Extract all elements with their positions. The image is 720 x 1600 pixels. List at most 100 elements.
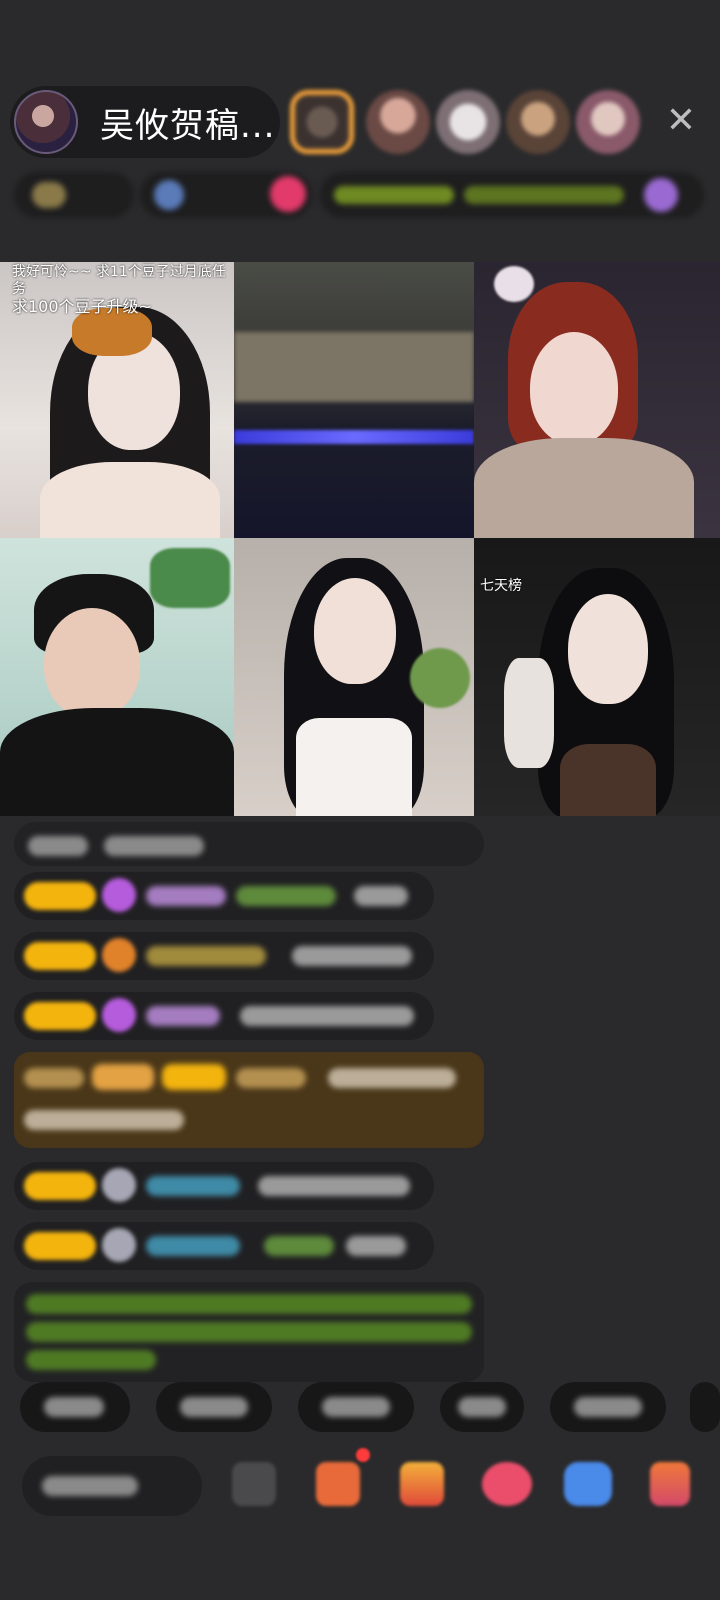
chat-text	[104, 836, 204, 856]
tile3-sweater	[474, 438, 694, 538]
video-tile-5[interactable]	[234, 538, 474, 816]
quick-reply-text	[322, 1397, 390, 1417]
chat-text	[292, 946, 412, 966]
chat-gift-message[interactable]	[14, 1052, 484, 1148]
chat-text	[328, 1068, 456, 1088]
tile5-face	[314, 578, 396, 684]
more-icon[interactable]	[644, 178, 678, 212]
chat-text	[240, 1006, 414, 1026]
viewer-avatar-3[interactable]	[436, 90, 500, 154]
gift-box-icon[interactable]	[316, 1462, 360, 1506]
chat-text	[264, 1236, 334, 1256]
quick-reply-4[interactable]	[440, 1382, 524, 1432]
quick-reply-text	[44, 1397, 104, 1417]
chat-text	[26, 1322, 472, 1342]
video-tile-4[interactable]	[0, 538, 234, 816]
viewer-avatar-2[interactable]	[366, 90, 430, 154]
gem-icon	[102, 998, 136, 1032]
video-tile-2[interactable]	[234, 262, 474, 538]
tile5-plant	[410, 648, 470, 708]
tile1-caption-line2: 求100个豆子升级~	[12, 297, 152, 316]
user-icon	[102, 1228, 136, 1262]
viewer-avatar-5[interactable]	[576, 90, 640, 154]
game-icon[interactable]	[564, 1462, 612, 1506]
notice-text-2	[464, 186, 624, 204]
notification-dot	[356, 1448, 370, 1462]
level-badge	[162, 1064, 226, 1090]
tile3-face	[530, 332, 618, 444]
tile4-toys	[150, 548, 230, 608]
gift-icon	[102, 938, 136, 972]
chat-input-placeholder	[42, 1476, 138, 1496]
tile4-face	[44, 608, 140, 718]
host-avatar[interactable]	[14, 90, 78, 154]
chat-message-system	[14, 822, 484, 866]
quick-reply-1[interactable]	[20, 1382, 130, 1432]
close-icon[interactable]: ✕	[664, 103, 698, 139]
chat-input[interactable]	[22, 1456, 202, 1516]
video-grid: 我好可怜~~ 求11个豆子过月底任务 求100个豆子升级~ 七天榜	[0, 262, 720, 816]
video-tile-3[interactable]	[474, 262, 720, 538]
quick-reply-2[interactable]	[156, 1382, 272, 1432]
chat-username[interactable]	[236, 1068, 306, 1088]
info-row	[14, 172, 704, 218]
chat-text	[354, 886, 408, 906]
chat-message[interactable]	[14, 932, 434, 980]
tile6-top	[560, 744, 656, 816]
quick-reply-5[interactable]	[550, 1382, 666, 1432]
tile1-caption: 我好可怜~~ 求11个豆子过月底任务 求100个豆子升级~	[12, 264, 234, 315]
chat-message[interactable]	[14, 872, 434, 920]
tile5-top	[296, 718, 412, 816]
gem-icon	[102, 878, 136, 912]
chat-message[interactable]	[14, 992, 434, 1040]
host-name: 吴攸贺稿...	[100, 105, 276, 146]
chat-text	[26, 1350, 156, 1370]
video-tile-6[interactable]: 七天榜	[474, 538, 720, 816]
treasure-icon[interactable]	[400, 1462, 444, 1506]
viewer-avatar-4[interactable]	[506, 90, 570, 154]
tile3-butterfly	[494, 266, 534, 302]
host-profile-pill[interactable]: 吴攸贺稿...	[10, 86, 280, 158]
gift-badge	[92, 1064, 154, 1090]
chat-announcement	[14, 1282, 484, 1382]
viewer-avatar-1[interactable]	[290, 90, 354, 154]
heart-gift-icon[interactable]	[482, 1462, 532, 1506]
chat-username[interactable]	[146, 946, 266, 966]
shop-icon[interactable]	[650, 1462, 690, 1506]
chat-username[interactable]	[146, 1176, 240, 1196]
rank-badge-icon	[32, 182, 66, 208]
emoji-icon[interactable]	[232, 1462, 276, 1506]
quick-reply-text	[458, 1397, 506, 1417]
chat-username[interactable]	[146, 1236, 240, 1256]
quick-reply-text	[574, 1397, 642, 1417]
user-icon	[102, 1168, 136, 1202]
notice-text-1	[334, 186, 454, 204]
tile6-face	[568, 594, 648, 704]
quick-reply-6[interactable]	[690, 1382, 720, 1432]
tile2-wall	[234, 332, 474, 402]
chat-text	[346, 1236, 406, 1256]
quick-reply-3[interactable]	[298, 1382, 414, 1432]
tile1-shoulders	[40, 462, 220, 538]
chat-text	[26, 1294, 472, 1314]
chat-username[interactable]	[146, 1006, 220, 1026]
chat-username[interactable]	[146, 886, 226, 906]
heart-icon[interactable]	[270, 176, 306, 212]
chat-text	[258, 1176, 410, 1196]
chat-message[interactable]	[14, 1162, 434, 1210]
quick-reply-text	[180, 1397, 248, 1417]
tile1-caption-line1: 我好可怜~~ 求11个豆子过月底任务	[12, 264, 226, 297]
tile2-lights	[234, 430, 474, 444]
fans-icon	[154, 180, 184, 210]
tile6-caption[interactable]: 七天榜	[480, 578, 522, 595]
level-badge	[24, 1232, 96, 1260]
chat-message[interactable]	[14, 1222, 434, 1270]
tile4-shirt	[0, 708, 234, 816]
chat-text	[24, 1068, 84, 1088]
chat-text	[236, 886, 336, 906]
chat-text	[24, 1110, 184, 1130]
level-badge	[24, 882, 96, 910]
chat-text	[28, 836, 88, 856]
video-tile-1[interactable]: 我好可怜~~ 求11个豆子过月底任务 求100个豆子升级~	[0, 262, 234, 538]
level-badge	[24, 1172, 96, 1200]
